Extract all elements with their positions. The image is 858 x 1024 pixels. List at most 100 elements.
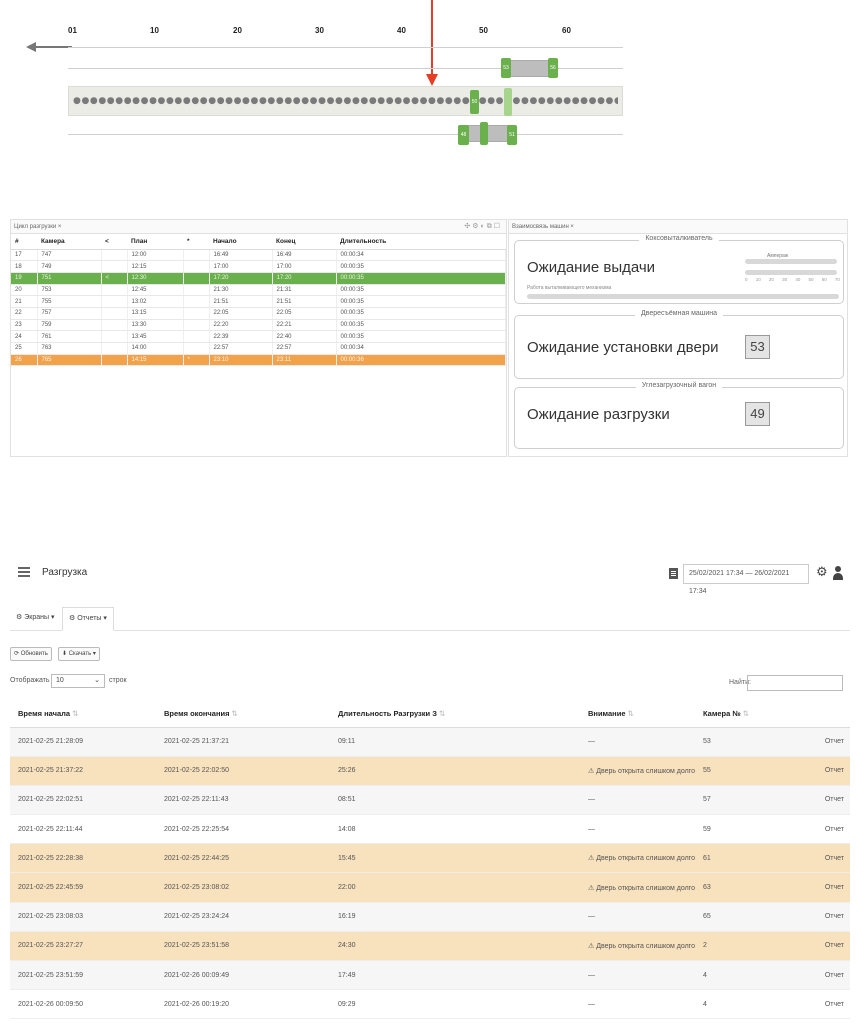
table-cell: 759 bbox=[37, 319, 102, 332]
table-cell-duration: 09:29 bbox=[330, 989, 580, 1020]
report-link[interactable]: Отчет bbox=[790, 931, 850, 962]
table-row[interactable]: 22 757 13:15 22:05 22:05 00:00:35 bbox=[11, 307, 506, 320]
table-cell-start: 2021-02-25 22:11:44 bbox=[10, 814, 156, 845]
tab-screens[interactable]: ⚙ Экраны ▾ bbox=[10, 607, 60, 631]
table-cell: 13:45 bbox=[127, 330, 184, 343]
nav-tabs: ⚙ Экраны ▾ ⚙ Отчеты ▾ bbox=[10, 597, 850, 631]
gauge-tick: 60 bbox=[821, 277, 827, 282]
oven-number-badge: 53 bbox=[745, 335, 770, 359]
column-header[interactable]: Время окончания ⇅ bbox=[156, 701, 330, 728]
panel-tab[interactable]: Цикл разгрузки × ✣⚙◐⧉☐ bbox=[11, 220, 506, 234]
oven-marker: 53 bbox=[501, 58, 511, 78]
table-cell: 23:11 bbox=[272, 354, 337, 367]
hamburger-menu-icon[interactable] bbox=[18, 567, 30, 577]
table-cell bbox=[183, 330, 210, 343]
table-cell: 13:15 bbox=[127, 307, 184, 320]
download-button[interactable]: ⬇ Скачать ▾ bbox=[58, 647, 100, 661]
table-row[interactable]: 21 755 13:02 21:51 21:51 00:00:35 bbox=[11, 295, 506, 308]
table-cell bbox=[101, 295, 128, 308]
direction-left-arrow-icon bbox=[26, 42, 72, 52]
panel-tab-label[interactable]: Взаимосвязь машин × bbox=[512, 224, 574, 230]
gear-icon: ⚙ bbox=[69, 615, 78, 622]
column-header[interactable]: Конец bbox=[272, 234, 336, 250]
table-row[interactable]: 19 751 <12:30 17:20 17:20 00:00:35 bbox=[11, 272, 506, 285]
gauge-tick: 0 bbox=[745, 277, 748, 282]
column-header[interactable]: * bbox=[183, 234, 209, 250]
report-link[interactable]: Отчет bbox=[790, 872, 850, 903]
column-header[interactable]: Длительность Разгрузки З ⇅ bbox=[330, 701, 580, 728]
column-header[interactable]: Камера № ⇅ bbox=[695, 701, 790, 728]
table-cell bbox=[101, 319, 128, 332]
table-cell-start: 2021-02-26 00:09:50 bbox=[10, 989, 156, 1020]
table-cell-attention: ⚠ Дверь открыта слишком долго bbox=[580, 756, 695, 786]
table-cell-chamber: 55 bbox=[695, 756, 790, 786]
table-row[interactable]: 23 759 13:30 22:20 22:21 00:00:35 bbox=[11, 319, 506, 332]
column-header-label: Камера № bbox=[703, 709, 741, 719]
table-row[interactable]: 24 761 13:45 22:39 22:40 00:00:35 bbox=[11, 330, 506, 343]
column-header-label: Время окончания bbox=[164, 709, 230, 719]
column-header[interactable]: # bbox=[11, 234, 37, 250]
calendar-icon[interactable] bbox=[669, 568, 678, 579]
column-header[interactable]: Камера bbox=[37, 234, 101, 250]
panel-tab-label[interactable]: Цикл разгрузки × bbox=[14, 224, 61, 230]
panel-toolbar-icons[interactable]: ✣⚙◐⧉☐ bbox=[464, 220, 502, 234]
button-label: Обновить bbox=[20, 651, 48, 657]
table-cell: 00:00:35 bbox=[336, 284, 506, 297]
column-header[interactable]: < bbox=[101, 234, 127, 250]
oven-dots: ●●●●●●●●●●●●●●●●●●●●●●●●●●●●●●●●●●●●●●●●… bbox=[73, 97, 618, 105]
table-cell bbox=[101, 284, 128, 297]
table-row[interactable]: 18 749 12:15 17:00 17:00 00:00:35 bbox=[11, 260, 506, 273]
table-cell-chamber: 63 bbox=[695, 872, 790, 903]
table-cell-chamber: 4 bbox=[695, 989, 790, 1020]
table-cell-duration: 24:30 bbox=[330, 931, 580, 962]
table-cell bbox=[101, 307, 128, 320]
report-link[interactable]: Отчет bbox=[790, 960, 850, 991]
table-cell-attention: — bbox=[580, 814, 695, 845]
table-cell: 22:57 bbox=[272, 342, 337, 355]
table-cell-attention: — bbox=[580, 727, 695, 757]
table-row[interactable]: 25 763 14:00 22:57 22:57 00:00:34 bbox=[11, 342, 506, 355]
coke-pusher-card: Коксовыталкиватель Ожидание выдачи Работ… bbox=[514, 235, 844, 304]
card-title: Коксовыталкиватель bbox=[639, 235, 719, 242]
table-cell-duration: 15:45 bbox=[330, 843, 580, 874]
report-link[interactable]: Отчет bbox=[790, 727, 850, 757]
column-header[interactable]: Внимание ⇅ bbox=[580, 701, 695, 728]
table-row[interactable]: 20 753 12:45 21:30 21:31 00:00:35 bbox=[11, 284, 506, 297]
table-cell-end: 2021-02-26 00:09:49 bbox=[156, 960, 330, 991]
table-cell: 25 bbox=[11, 342, 38, 355]
panel-tab[interactable]: Взаимосвязь машин × bbox=[509, 220, 847, 234]
page-length-select[interactable]: 10 ⌄ bbox=[51, 674, 105, 688]
table-cell: 00:00:34 bbox=[336, 249, 506, 262]
column-header[interactable]: Время начала ⇅ bbox=[10, 701, 156, 728]
tab-reports[interactable]: ⚙ Отчеты ▾ bbox=[62, 607, 114, 631]
date-range-input[interactable]: 25/02/2021 17:34 — 26/02/2021 17:34 bbox=[683, 564, 809, 595]
sort-icon: ⇅ bbox=[627, 709, 634, 719]
table-cell-start: 2021-02-25 23:08:03 bbox=[10, 902, 156, 932]
unloading-cycle-panel: Цикл разгрузки × ✣⚙◐⧉☐ # Камера < План *… bbox=[10, 219, 507, 457]
search-input[interactable] bbox=[747, 675, 843, 691]
report-link[interactable]: Отчет bbox=[790, 814, 850, 845]
column-header[interactable]: План bbox=[127, 234, 183, 250]
table-row[interactable]: 17 747 12:00 16:49 16:49 00:00:34 bbox=[11, 249, 506, 262]
table-cell-attention: — bbox=[580, 902, 695, 932]
report-link[interactable]: Отчет bbox=[790, 843, 850, 874]
gear-icon[interactable]: ⚙ bbox=[816, 565, 828, 580]
table-cell-attention: ⚠ Дверь открыта слишком долго bbox=[580, 872, 695, 903]
report-link[interactable]: Отчет bbox=[790, 989, 850, 1020]
table-cell: 17:00 bbox=[272, 260, 337, 273]
gauge-tick: 20 bbox=[768, 277, 774, 282]
table-cell: 24 bbox=[11, 330, 38, 343]
tick-label: 01 bbox=[68, 26, 77, 35]
table-cell: 17:20 bbox=[209, 272, 273, 285]
table-row[interactable]: 26 765 14:15 * 23:10 23:11 00:00:36 bbox=[11, 354, 506, 367]
report-link[interactable]: Отчет bbox=[790, 902, 850, 932]
refresh-button[interactable]: ⟳ Обновить bbox=[10, 647, 52, 661]
column-header[interactable]: Длительность bbox=[336, 234, 506, 250]
report-link[interactable]: Отчет bbox=[790, 756, 850, 786]
gauge-tick: 30 bbox=[782, 277, 788, 282]
user-icon[interactable] bbox=[832, 566, 844, 580]
oven-number-badge: 49 bbox=[745, 402, 770, 426]
column-header[interactable]: Начало bbox=[209, 234, 272, 250]
report-link[interactable]: Отчет bbox=[790, 785, 850, 816]
table-cell: 13:30 bbox=[127, 319, 184, 332]
